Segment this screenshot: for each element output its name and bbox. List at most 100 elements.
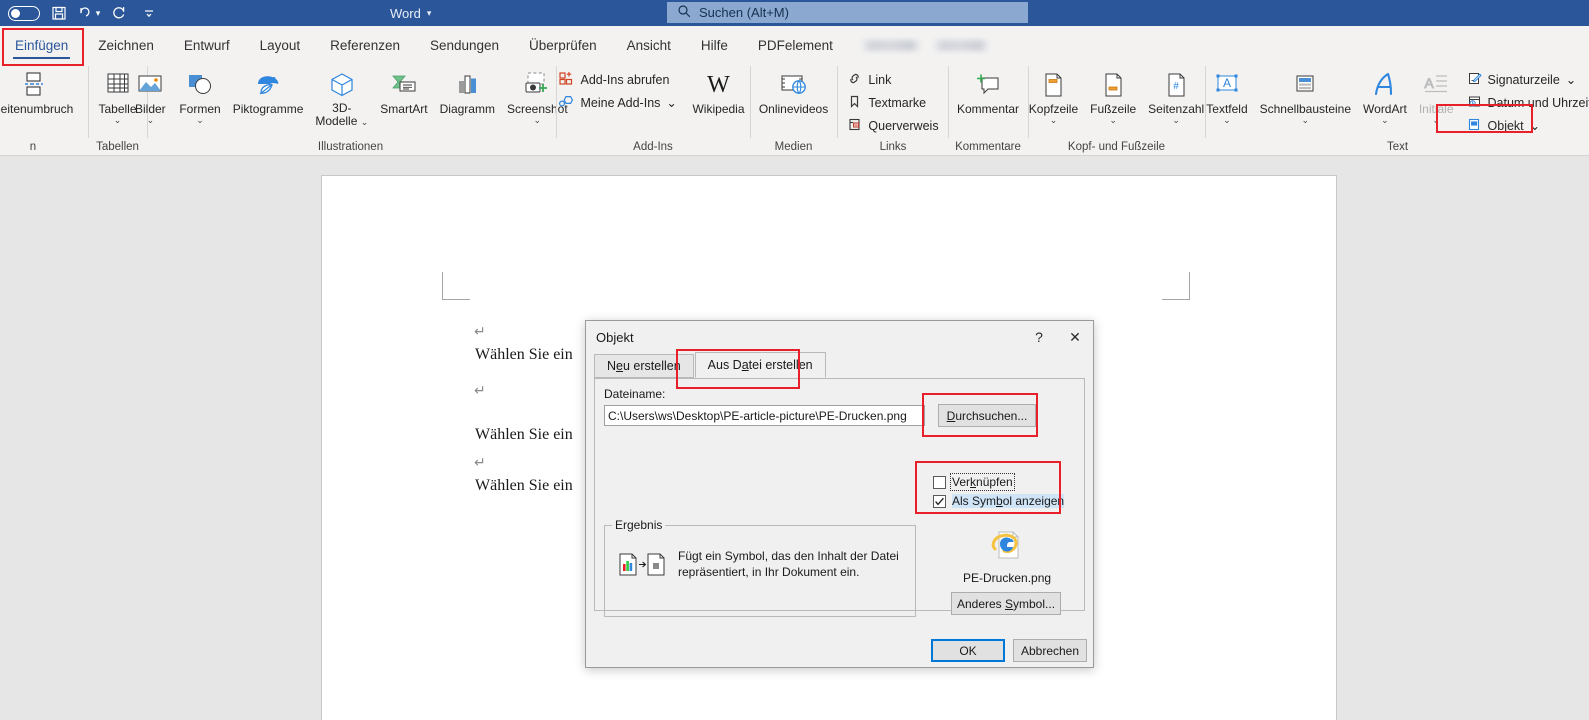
chevron-down-icon[interactable]: ⌄ xyxy=(666,95,676,110)
display-as-icon-checkbox[interactable] xyxy=(933,494,946,508)
chevron-down-icon[interactable]: ⌄ xyxy=(1109,115,1117,125)
link-icon xyxy=(847,71,862,89)
filename-input[interactable]: C:\Users\ws\Desktop\PE-article-picture\P… xyxy=(604,405,925,426)
shapes-label: Formen xyxy=(179,102,221,116)
new-comment-button[interactable]: Kommentar xyxy=(951,66,1025,116)
customize-quick-access-icon[interactable] xyxy=(134,1,164,25)
chevron-down-icon[interactable]: ⌄ xyxy=(1566,72,1576,87)
bookmark-icon xyxy=(847,94,862,112)
chevron-down-icon[interactable]: ⌄ xyxy=(1172,115,1180,125)
search-input[interactable]: Suchen (Alt+M) xyxy=(667,2,1028,23)
result-illustration-icon xyxy=(618,551,666,582)
chevron-down-icon[interactable]: ⌄ xyxy=(534,115,542,125)
my-addins-label: Meine Add-Ins xyxy=(580,95,661,110)
save-icon[interactable] xyxy=(44,1,74,25)
ok-button[interactable]: OK xyxy=(931,639,1005,662)
tab-ansicht[interactable]: Ansicht xyxy=(612,28,686,62)
link-checkbox[interactable] xyxy=(933,475,946,489)
document-line: Wählen Sie ein xyxy=(475,426,573,443)
tab-ueberpruefen[interactable]: Überprüfen xyxy=(514,28,612,62)
chevron-down-icon[interactable]: ⌄ xyxy=(196,115,204,125)
document-line: Wählen Sie ein xyxy=(475,477,573,494)
ribbon-group-seiten: Seitenumbruch n xyxy=(0,62,88,156)
online-video-icon xyxy=(778,68,810,102)
undo-icon[interactable]: ▾ xyxy=(74,1,104,25)
chart-button[interactable]: Diagramm xyxy=(434,66,501,116)
tab-hilfe[interactable]: Hilfe xyxy=(686,28,743,62)
page-break-button[interactable]: Seitenumbruch xyxy=(0,66,79,116)
icons-button[interactable]: Piktogramme xyxy=(227,66,310,116)
chevron-down-icon[interactable]: ⌄ xyxy=(1432,115,1440,125)
tab-label: Layout xyxy=(259,37,301,53)
ribbon-group-addins: Add-Ins abrufen Meine Add-Ins ⌄ W Wikipe… xyxy=(557,62,749,156)
tab-zeichnen[interactable]: Zeichnen xyxy=(83,28,169,62)
dialog-tab-neu-erstellen[interactable]: Neu erstellen xyxy=(594,354,694,378)
smartart-button[interactable]: SmartArt xyxy=(374,66,433,116)
chevron-down-icon[interactable]: ⌄ xyxy=(1530,118,1540,133)
chevron-down-icon[interactable]: ⌄ xyxy=(1302,115,1310,125)
text-box-button[interactable]: A Textfeld ⌄ xyxy=(1200,66,1253,125)
object-dialog[interactable]: Objekt ? ✕ Neu erstellen Aus Da tei erste… xyxy=(585,320,1094,668)
display-as-icon-checkbox-row[interactable]: Als Symbol anzeigen xyxy=(933,494,1065,508)
link-button[interactable]: Link xyxy=(844,68,941,91)
link-checkbox-row[interactable]: Verknüpfen xyxy=(933,473,1015,491)
group-label-illustrationen: Illustrationen xyxy=(317,141,384,153)
signature-line-icon xyxy=(1467,71,1482,89)
wikipedia-button[interactable]: W Wikipedia xyxy=(686,66,750,116)
ok-label: OK xyxy=(959,643,977,658)
search-placeholder-text: Suchen (Alt+M) xyxy=(699,5,789,20)
object-icon xyxy=(1467,117,1482,135)
app-menu-button[interactable]: Word ▾ xyxy=(390,0,431,26)
autosave-toggle[interactable] xyxy=(4,1,44,25)
wordart-button[interactable]: WordArt ⌄ xyxy=(1357,66,1413,125)
new-comment-icon xyxy=(972,68,1004,102)
chevron-down-icon[interactable]: ⌄ xyxy=(1223,115,1231,125)
tab-label: Hilfe xyxy=(700,37,728,53)
page-number-label: Seitenzahl xyxy=(1148,102,1205,116)
online-video-button[interactable]: Onlinevideos xyxy=(753,66,834,116)
pictures-icon xyxy=(135,68,165,102)
my-addins-button[interactable]: Meine Add-Ins ⌄ xyxy=(555,91,680,114)
object-button[interactable]: Objekt ⌄ xyxy=(1464,114,1589,137)
chevron-down-icon[interactable]: ⌄ xyxy=(114,115,122,125)
help-icon[interactable]: ? xyxy=(1021,322,1057,352)
signature-line-button[interactable]: Signaturzeile ⌄ xyxy=(1464,68,1589,91)
quick-parts-button[interactable]: Schnellbausteine ⌄ xyxy=(1254,66,1357,125)
group-label-medien: Medien xyxy=(774,141,813,153)
chevron-down-icon[interactable]: ⌄ xyxy=(1050,115,1058,125)
3d-models-button[interactable]: 3D- Modelle ⌄ xyxy=(309,66,374,128)
tab-pdfelement[interactable]: PDFelement xyxy=(743,28,848,62)
date-time-button[interactable]: Datum und Uhrzeit xyxy=(1464,91,1589,114)
screenshot-icon xyxy=(521,68,553,102)
chevron-down-icon[interactable]: ⌄ xyxy=(1381,115,1389,125)
browse-button[interactable]: Durchsuchen... xyxy=(938,404,1036,427)
tab-einfuegen[interactable]: Einfügen xyxy=(0,28,83,62)
shapes-icon xyxy=(185,68,215,102)
tab-sendungen[interactable]: Sendungen xyxy=(415,28,514,62)
paragraph-mark: ↵ xyxy=(474,323,486,339)
shapes-button[interactable]: Formen ⌄ xyxy=(173,66,226,125)
tab-entwurf[interactable]: Entwurf xyxy=(169,28,245,62)
ribbon-group-illustrationen: Bilder ⌄ Formen ⌄ Piktogramme 3D- Modell… xyxy=(135,62,568,156)
chart-label: Diagramm xyxy=(439,102,495,116)
chevron-down-icon[interactable]: ⌄ xyxy=(147,115,155,125)
redo-icon[interactable] xyxy=(104,1,134,25)
chevron-down-icon[interactable]: ⌄ xyxy=(361,117,369,127)
close-icon[interactable]: ✕ xyxy=(1057,322,1093,352)
tab-label: Ansicht xyxy=(626,37,671,53)
bookmark-button[interactable]: Textmarke xyxy=(844,91,941,114)
text-box-icon: A xyxy=(1212,68,1242,102)
3d-model-icon xyxy=(328,68,356,102)
tab-referenzen[interactable]: Referenzen xyxy=(315,28,415,62)
pictures-button[interactable]: Bilder ⌄ xyxy=(127,66,173,125)
get-addins-button[interactable]: Add-Ins abrufen xyxy=(555,68,680,91)
cross-reference-button[interactable]: Querverweis xyxy=(844,114,941,137)
smartart-label: SmartArt xyxy=(380,102,428,116)
header-button[interactable]: Kopfzeile ⌄ xyxy=(1023,66,1084,125)
tab-layout[interactable]: Layout xyxy=(245,28,316,62)
dialog-tab-aus-datei-erstellen[interactable]: Aus Da tei erstellen xyxy=(694,352,826,378)
drop-cap-button[interactable]: A Initiale ⌄ xyxy=(1413,66,1460,126)
footer-button[interactable]: Fußzeile ⌄ xyxy=(1084,66,1142,125)
cancel-button[interactable]: Abbrechen xyxy=(1013,639,1087,662)
change-icon-button[interactable]: Anderes Symbol... xyxy=(951,592,1061,615)
